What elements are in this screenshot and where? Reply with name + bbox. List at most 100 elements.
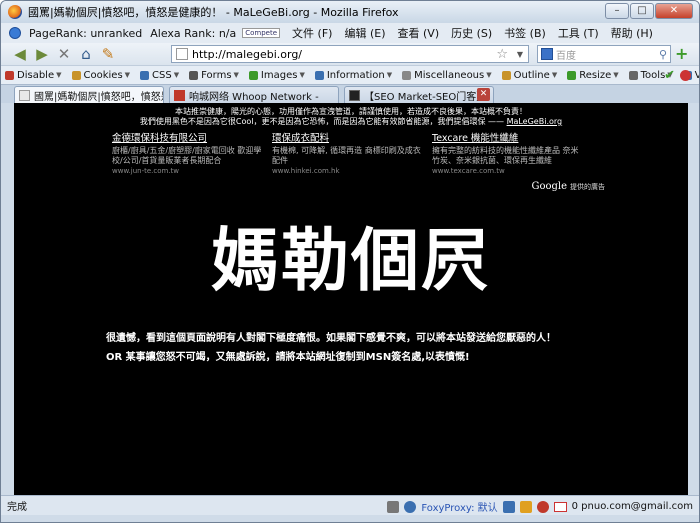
gear-icon[interactable]: [387, 500, 400, 513]
site-link[interactable]: MaLeGeBi.org: [507, 117, 563, 126]
devbar-label: Images: [260, 69, 298, 81]
sync-icon[interactable]: [404, 500, 417, 513]
firefox-logo-icon: [8, 5, 22, 19]
devbar-item-cookies[interactable]: Cookies ▼: [71, 70, 131, 81]
devbar-item-disable[interactable]: Disable ▼: [5, 70, 62, 81]
notice-line-2: 我們使用黑色不是因為它很Cool，更不是因為它恐怖，而是因為它能有效節省能源，我…: [14, 117, 688, 127]
devbar-item-forms[interactable]: Forms ▼: [189, 70, 239, 81]
tab-malegebi[interactable]: 國罵|媽勒個屄|憤怒吧，憤怒是健...: [14, 86, 164, 104]
status-text: 完成: [7, 502, 27, 513]
maximize-button[interactable]: □: [630, 3, 654, 19]
devbar-label: Information: [326, 69, 385, 81]
ad-url[interactable]: www.texcare.com.tw: [432, 167, 582, 176]
search-engine-icon[interactable]: [541, 48, 553, 60]
notice-line-1: 本站推崇健康，陽光的心態，功用僅作為宣洩管道，請謹慎使用，若造成不良後果，本站概…: [175, 107, 527, 116]
menu-view[interactable]: 查看 (V): [398, 25, 440, 41]
title-bar: 國罵|媽勒個屄|憤怒吧，憤怒是健康的！ - MaLeGeBi.org - Moz…: [1, 1, 699, 23]
tab-bar: 國罵|媽勒個屄|憤怒吧，憤怒是健... 响城网络 Whoop Network -…: [1, 84, 699, 104]
site-icon: [349, 90, 360, 101]
ad-item[interactable]: 環保成衣配料 有機棉, 可降解, 循環再造 商標印刷及成衣配件 www.hink…: [272, 133, 422, 176]
search-input[interactable]: 百度 ⚲: [537, 45, 671, 63]
pagerank-label[interactable]: PageRank: unranked: [29, 27, 142, 40]
validation-check-icon[interactable]: ✔: [664, 68, 675, 83]
status-icons: FoxyProxy: 默认 0 pnuo.com@gmail.com: [387, 499, 693, 514]
menu-bookmarks[interactable]: 书签 (B): [504, 25, 546, 41]
navigation-toolbar: ◀ ▶ ✕ ⌂ ✎ http://malegebi.org/ ☆ ▼ 百度 ⚲ …: [1, 43, 699, 65]
devbar-item-information[interactable]: Information ▼: [314, 69, 393, 81]
dropdown-arrow-icon: ▼: [299, 71, 305, 79]
site-icon: [174, 90, 185, 101]
devbar-item-miscellaneous[interactable]: Miscellaneous ▼: [402, 70, 492, 81]
dropdown-arrow-icon: ▼: [386, 71, 393, 79]
ad-title[interactable]: Texcare 機能性纖維: [432, 133, 582, 145]
ad-title[interactable]: 環保成衣配料: [272, 133, 422, 145]
close-tab-icon[interactable]: ✕: [477, 88, 490, 101]
information-icon: [314, 70, 324, 80]
tab-label: 【SEO Market-SEO门客】: [364, 92, 487, 103]
ad-description: 廚櫃/廚具/五金/廚塑膠/廚家電回收 歡迎學校/公司/首貨量販業者長期配合: [112, 146, 262, 165]
compete-badge[interactable]: Compete: [242, 28, 281, 38]
devbar-item-resize[interactable]: Resize ▼: [567, 70, 619, 81]
outline-icon: [501, 70, 511, 80]
google-logo: Google: [531, 181, 567, 192]
forward-arrow-icon[interactable]: ▶: [33, 45, 51, 63]
ad-url[interactable]: www.hinkei.com.hk: [272, 167, 422, 176]
ad-item[interactable]: 金德環保科技有限公司 廚櫃/廚具/五金/廚塑膠/廚家電回收 歡迎學校/公司/首貨…: [112, 133, 262, 176]
cookies-icon: [71, 70, 81, 80]
home-icon[interactable]: ⌂: [77, 45, 95, 63]
menu-edit[interactable]: 编辑 (E): [344, 25, 385, 41]
devbar-item-images[interactable]: Images ▼: [248, 69, 305, 81]
pencil-icon[interactable]: ✎: [99, 45, 117, 63]
forms-icon: [189, 70, 199, 80]
ad-title[interactable]: 金德環保科技有限公司: [112, 133, 262, 145]
ad-item[interactable]: Texcare 機能性纖維 擁有完整的紡料技的機能性纖維產品 奈米竹炭、奈米銀抗…: [432, 133, 582, 176]
images-icon: [248, 70, 258, 80]
page-title: 媽勒個屄: [210, 221, 491, 301]
menu-help[interactable]: 帮助 (H): [611, 25, 653, 41]
address-bar[interactable]: http://malegebi.org/ ☆ ▼: [171, 45, 529, 63]
error-icon[interactable]: [680, 70, 691, 81]
bookmark-star-icon[interactable]: ☆: [496, 47, 508, 62]
menu-history[interactable]: 历史 (S): [451, 25, 492, 41]
tab-whoop-network[interactable]: 响城网络 Whoop Network - 豪你...: [169, 86, 339, 104]
tab-seo-market[interactable]: 【SEO Market-SEO门客】 ✕: [344, 86, 494, 104]
devbar-label: Tools: [640, 69, 666, 81]
page-icon: [176, 48, 188, 60]
add-icon[interactable]: +: [675, 46, 691, 62]
message-line-2: OR 某事讓您怒不可竭，又無處訴說，請將本站網址復制到MSN簽名處,以表憤慨!: [106, 352, 470, 363]
search-icon[interactable]: ⚲: [659, 48, 667, 61]
devbar-label: Forms: [201, 69, 232, 81]
alexa-rank-label[interactable]: Alexa Rank: n/a: [150, 27, 236, 40]
devbar-item-css[interactable]: CSS ▼: [140, 70, 179, 81]
mail-icon[interactable]: [553, 501, 567, 512]
devbar-label: Miscellaneous: [414, 69, 485, 81]
dropdown-arrow-icon: ▼: [613, 71, 619, 79]
back-arrow-icon[interactable]: ◀: [11, 45, 29, 63]
tab-label: 國罵|媽勒個屄|憤怒吧，憤怒是健...: [34, 92, 163, 103]
disable-icon: [5, 70, 14, 80]
google-ads-label[interactable]: Google 提供的廣告: [531, 181, 605, 192]
dropdown-arrow-icon: ▼: [56, 71, 62, 79]
window-title: 國罵|媽勒個屄|憤怒吧，憤怒是健康的！ - MaLeGeBi.org - Moz…: [28, 6, 399, 19]
foxyproxy-status[interactable]: FoxyProxy: 默认: [421, 499, 497, 514]
warning-icon[interactable]: [519, 500, 532, 513]
resize-icon: [567, 70, 577, 80]
mail-status[interactable]: 0 pnuo.com@gmail.com: [572, 501, 693, 512]
message-line-1: 很遺憾，看到這個頁面說明有人對閣下極度痛恨。如果閣下感覺不爽，可以將本站發送給您…: [106, 333, 556, 344]
security-icon[interactable]: [502, 500, 515, 513]
url-text[interactable]: http://malegebi.org/: [192, 48, 302, 61]
dropdown-arrow-icon: ▼: [173, 71, 180, 79]
dropdown-arrow-icon: ▼: [124, 71, 131, 79]
minimize-button[interactable]: –: [605, 3, 629, 19]
devbar-item-outline[interactable]: Outline ▼: [501, 70, 557, 81]
tools-icon: [628, 70, 638, 80]
menu-bar: PageRank: unranked Alexa Rank: n/a Compe…: [1, 23, 699, 43]
url-dropdown-icon[interactable]: ▼: [517, 50, 523, 59]
ad-url[interactable]: www.jun-te.com.tw: [112, 167, 262, 176]
close-button[interactable]: ✕: [655, 3, 693, 19]
stop-icon[interactable]: ✕: [55, 45, 73, 63]
menu-tools[interactable]: 工具 (T): [558, 25, 599, 41]
devbar-label: View Source: [695, 70, 699, 81]
menu-file[interactable]: 文件 (F): [292, 25, 332, 41]
stop-sign-icon[interactable]: [536, 500, 549, 513]
